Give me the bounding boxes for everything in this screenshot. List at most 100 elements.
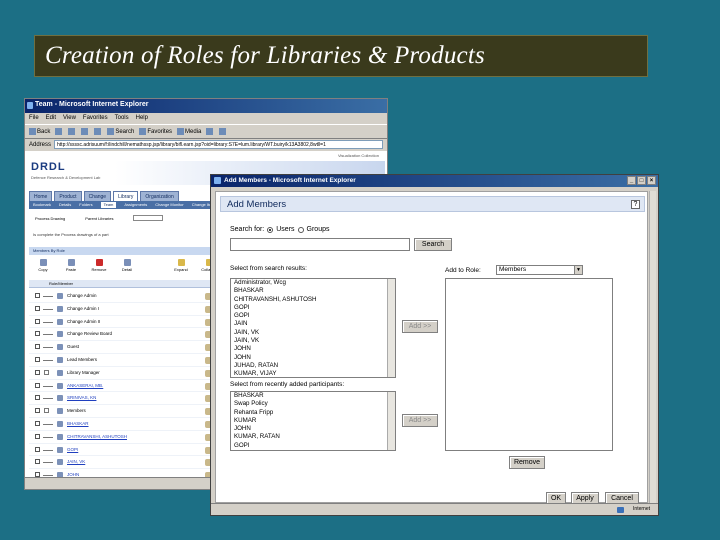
- member-link[interactable]: BHASKAR: [67, 421, 89, 426]
- row-checkbox[interactable]: [35, 446, 40, 452]
- menu-file[interactable]: File: [29, 115, 39, 122]
- back-button[interactable]: Back: [29, 127, 50, 135]
- list-item[interactable]: JAIN, VK: [231, 329, 395, 337]
- row-checkbox[interactable]: [35, 305, 40, 311]
- member-link[interactable]: SRINIVAS, KN: [67, 395, 96, 400]
- parent-libraries-select[interactable]: [133, 215, 164, 221]
- row-checkbox[interactable]: [35, 369, 40, 375]
- role-select[interactable]: Members ▼: [496, 265, 583, 275]
- menu-help[interactable]: Help: [136, 115, 148, 122]
- address-input[interactable]: http://ssssc.adrisuum/f:ilindchill/nemat…: [54, 140, 383, 149]
- list-item[interactable]: CHITRAVANSHI, ASHUTOSH: [231, 296, 395, 304]
- minimize-icon[interactable]: _: [627, 176, 636, 185]
- team-window-titlebar[interactable]: Team - Microsoft Internet Explorer: [25, 99, 387, 113]
- tree-toggle-icon[interactable]: [44, 369, 49, 375]
- list-item[interactable]: GOPI: [231, 312, 395, 320]
- remove-button[interactable]: Remove: [509, 456, 545, 469]
- list-item[interactable]: JUHAD, RATAN: [231, 362, 395, 370]
- window-controls: _ □ ×: [627, 176, 656, 185]
- print-button[interactable]: [219, 127, 227, 135]
- mail-button[interactable]: [206, 127, 214, 135]
- row-checkbox[interactable]: [35, 420, 40, 426]
- copy-action[interactable]: Copy: [33, 259, 53, 272]
- member-link[interactable]: CHITRAVANSHI, ASHUTOSH: [67, 434, 127, 439]
- row-checkbox[interactable]: [35, 318, 40, 324]
- address-bar: Address http://ssssc.adrisuum/f:ilindchi…: [25, 139, 387, 150]
- list-item[interactable]: BHASKAR: [231, 287, 395, 295]
- forward-button[interactable]: [55, 127, 63, 135]
- member-link[interactable]: JAIN, VK: [67, 459, 85, 464]
- list-item[interactable]: JOHN: [231, 345, 395, 353]
- paste-action[interactable]: Paste: [61, 259, 81, 272]
- list-item[interactable]: Swap Policy: [231, 400, 395, 408]
- stop-button[interactable]: [68, 127, 76, 135]
- row-checkbox[interactable]: [35, 356, 40, 362]
- expand-action[interactable]: Expand: [171, 259, 191, 272]
- search-button-toolbar[interactable]: Search: [107, 127, 135, 136]
- chevron-down-icon[interactable]: ▼: [574, 266, 582, 274]
- home-button[interactable]: [94, 127, 102, 135]
- list-item[interactable]: JAIN, VK: [231, 337, 395, 345]
- member-link[interactable]: GOPI: [67, 447, 78, 452]
- menu-favorites[interactable]: Favorites: [83, 115, 108, 122]
- close-icon[interactable]: ×: [647, 176, 656, 185]
- list-item[interactable]: KUMAR, RATAN: [231, 433, 395, 441]
- menu-edit[interactable]: Edit: [46, 115, 56, 122]
- refresh-button[interactable]: [81, 127, 89, 135]
- row-checkbox[interactable]: [35, 331, 40, 337]
- list-item[interactable]: JOHN: [231, 425, 395, 433]
- tree-line: [43, 359, 53, 361]
- media-button[interactable]: Media: [177, 127, 201, 135]
- list-item[interactable]: KUMAR, VIJAY: [231, 370, 395, 377]
- row-checkbox[interactable]: [35, 408, 40, 414]
- add-members-titlebar[interactable]: Add Members - Microsoft Internet Explore…: [211, 175, 658, 187]
- subtab-change-monitor[interactable]: Change Monitor: [155, 202, 183, 208]
- recent-participants-list[interactable]: BHASKAR Swap Policy Rehanta Fripp KUMAR JOHN…: [230, 391, 396, 451]
- subtab-folders[interactable]: Folders: [79, 202, 92, 208]
- list-item[interactable]: JOHN: [231, 354, 395, 362]
- list-item[interactable]: JAIN: [231, 320, 395, 328]
- results-scrollbar[interactable]: [387, 279, 395, 377]
- list-item[interactable]: Rehanta Fripp: [231, 409, 395, 417]
- add-results-button[interactable]: Add >>: [402, 320, 438, 333]
- row-checkbox[interactable]: [35, 433, 40, 439]
- visualization-link[interactable]: Visualization Collection: [338, 153, 379, 158]
- search-input[interactable]: [230, 238, 410, 251]
- tree-line: [43, 385, 53, 387]
- ie-icon: [27, 102, 33, 109]
- recent-scrollbar[interactable]: [387, 392, 395, 450]
- paste-icon: [67, 259, 75, 266]
- member-link[interactable]: ANKASERAI, MB.: [67, 383, 103, 388]
- menu-tools[interactable]: Tools: [115, 115, 129, 122]
- maximize-icon[interactable]: □: [637, 176, 646, 185]
- list-item[interactable]: KUMAR: [231, 417, 395, 425]
- search-label: Search: [115, 129, 135, 136]
- search-results-list[interactable]: Administrator, Wcg BHASKAR CHITRAVANSHI, A…: [230, 278, 396, 378]
- search-button[interactable]: Search: [414, 238, 452, 251]
- groups-radio[interactable]: [297, 226, 304, 233]
- row-checkbox[interactable]: [35, 459, 40, 465]
- list-item[interactable]: GOPI: [231, 304, 395, 312]
- row-checkbox[interactable]: [35, 395, 40, 401]
- role-icon: [57, 344, 63, 351]
- help-icon[interactable]: ?: [631, 200, 640, 209]
- subtab-team[interactable]: Team: [100, 202, 117, 208]
- tree-toggle-icon[interactable]: [44, 408, 49, 414]
- list-item[interactable]: GOPI: [231, 442, 395, 450]
- role-members-list[interactable]: [445, 278, 613, 451]
- dialog-scrollbar[interactable]: [649, 191, 656, 503]
- detail-action[interactable]: Detail: [117, 259, 137, 272]
- menu-view[interactable]: View: [63, 115, 76, 122]
- list-item[interactable]: BHASKAR: [231, 392, 395, 400]
- add-recent-button[interactable]: Add >>: [402, 414, 438, 427]
- subtab-assignments[interactable]: Assignments: [124, 202, 147, 208]
- favorites-button[interactable]: Favorites: [139, 127, 172, 135]
- list-item[interactable]: Administrator, Wcg: [231, 279, 395, 287]
- remove-action[interactable]: Remove: [89, 259, 109, 272]
- subtab-details[interactable]: Details: [59, 202, 71, 208]
- subtab-bookmark[interactable]: Bookmark: [33, 202, 51, 208]
- row-checkbox[interactable]: [35, 293, 40, 298]
- row-checkbox[interactable]: [35, 382, 40, 388]
- row-checkbox[interactable]: [35, 344, 40, 350]
- users-radio[interactable]: [267, 226, 274, 233]
